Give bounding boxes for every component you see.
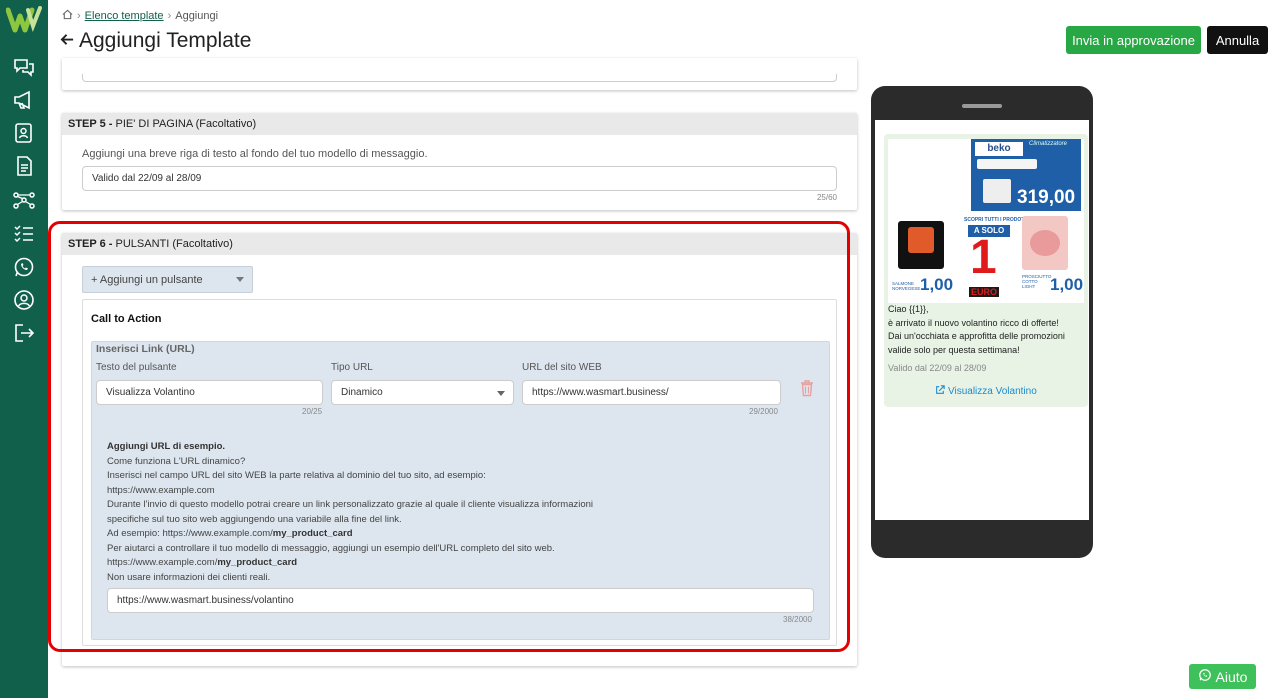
- ham-product-image: [1022, 216, 1068, 270]
- chat-icon[interactable]: [12, 55, 36, 79]
- message-line: è arrivato il nuovo volantino ricco di o…: [888, 317, 1059, 328]
- message-line: valide solo per questa settimana!: [888, 344, 1020, 355]
- message-footer: Valido dal 22/09 al 28/09: [888, 363, 987, 373]
- ham-label: PROSCIUTTO COTTO LIGHT: [1022, 274, 1052, 289]
- previous-step-field[interactable]: [82, 74, 837, 82]
- step5-title: PIE' DI PAGINA (Facoltativo): [115, 118, 257, 130]
- footer-char-counter: 25/60: [816, 193, 837, 202]
- breadcrumb-separator: ›: [167, 10, 172, 22]
- ham-price: 1,00: [1050, 275, 1084, 294]
- salmon-slice-image: [908, 227, 934, 253]
- page-title-text: Aggiungi Template: [79, 29, 252, 52]
- highlight-frame: [48, 221, 850, 652]
- cancel-button[interactable]: Annulla: [1207, 26, 1268, 54]
- flow-icon[interactable]: [12, 188, 36, 212]
- logout-icon[interactable]: [12, 321, 36, 345]
- one-euro-number: 1: [970, 231, 997, 284]
- breadcrumb: › Elenco template › Aggiungi: [62, 9, 218, 23]
- breadcrumb-link[interactable]: Elenco template: [85, 10, 164, 22]
- phone-preview: beko Climatizzatore 319,00 SALMONE NORVE…: [871, 86, 1093, 558]
- page-title: Aggiungi Template: [60, 29, 251, 53]
- contacts-icon[interactable]: [12, 121, 36, 145]
- ac-banner: beko Climatizzatore 319,00: [971, 139, 1081, 211]
- salmon-price: 1,00: [920, 275, 954, 294]
- message-cta-button[interactable]: Visualizza Volantino: [884, 385, 1088, 397]
- megaphone-icon[interactable]: [12, 88, 36, 112]
- help-button[interactable]: Aiuto: [1189, 664, 1256, 689]
- message-bubble: beko Climatizzatore 319,00 SALMONE NORVE…: [884, 134, 1088, 407]
- step5-header: STEP 5 - PIE' DI PAGINA (Facoltativo): [62, 113, 857, 135]
- back-arrow-icon[interactable]: [60, 29, 75, 53]
- whatsapp-icon[interactable]: [12, 255, 36, 279]
- wasmart-logo[interactable]: [5, 6, 42, 34]
- breadcrumb-current: Aggiungi: [175, 10, 219, 22]
- banner-label: Climatizzatore: [1029, 141, 1068, 147]
- euro-label: EURO: [969, 287, 1000, 297]
- promo-image: beko Climatizzatore 319,00 SALMONE NORVE…: [888, 139, 1084, 303]
- promo-tagline: SCOPRI TUTTI I PRODOTTI: [964, 217, 1029, 223]
- message-line: Dai un'occhiata e approfitta delle promo…: [888, 331, 1065, 341]
- sidebar: [0, 0, 48, 698]
- user-icon[interactable]: [12, 288, 36, 312]
- phone-speaker: [962, 104, 1002, 108]
- step5-number: STEP 5 -: [68, 118, 113, 130]
- ham-slice-image: [1030, 230, 1060, 256]
- salmon-product-image: [898, 221, 944, 269]
- step5-card: STEP 5 - PIE' DI PAGINA (Facoltativo) Ag…: [62, 113, 857, 210]
- salmon-label: SALMONE NORVEGESE: [892, 281, 921, 291]
- home-icon[interactable]: [62, 9, 73, 23]
- message-body: Ciao {{1}}, è arrivato il nuovo volantin…: [888, 303, 1084, 357]
- help-button-label: Aiuto: [1215, 668, 1248, 685]
- checklist-icon[interactable]: [12, 221, 36, 245]
- ac-price: 319,00: [1017, 187, 1076, 208]
- step5-description: Aggiungi una breve riga di testo al fond…: [82, 148, 428, 160]
- ac-outdoor-image: [983, 179, 1011, 203]
- brand-label: beko: [975, 142, 1023, 156]
- footer-text-input[interactable]: Valido dal 22/09 al 28/09: [82, 166, 837, 191]
- whatsapp-icon: [1198, 668, 1212, 685]
- ac-unit-image: [977, 159, 1037, 169]
- phone-screen: beko Climatizzatore 319,00 SALMONE NORVE…: [875, 120, 1089, 520]
- document-icon[interactable]: [12, 154, 36, 178]
- breadcrumb-separator: ›: [77, 10, 81, 22]
- message-cta-label: Visualizza Volantino: [948, 386, 1037, 397]
- open-link-icon: [935, 385, 948, 397]
- submit-approval-button[interactable]: Invia in approvazione: [1066, 26, 1201, 54]
- previous-step-card: [62, 58, 857, 90]
- message-line: Ciao {{1}},: [888, 304, 929, 314]
